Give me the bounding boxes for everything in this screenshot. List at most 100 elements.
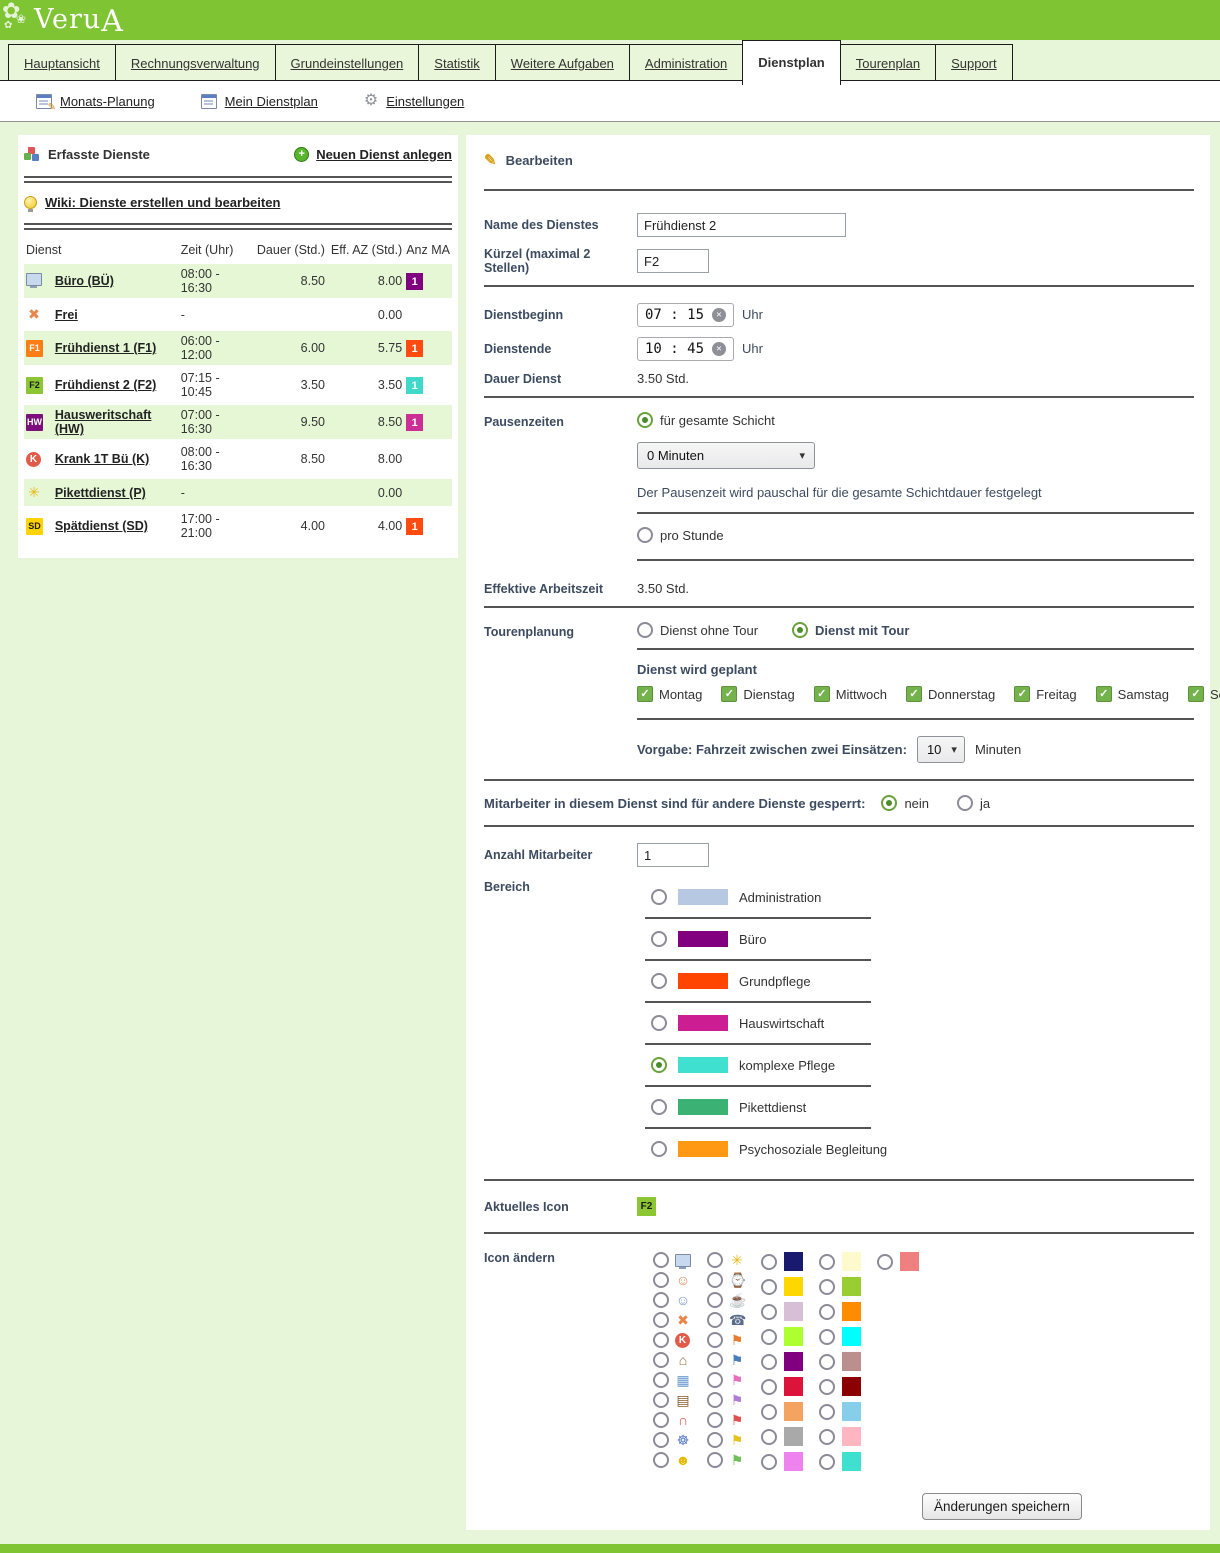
color-option-87ceeb[interactable] [819, 1402, 861, 1421]
color-option-dc143c[interactable] [761, 1377, 803, 1396]
radio-dienst-ohne-tour[interactable]: Dienst ohne Tour [637, 622, 758, 638]
tab-administration[interactable]: Administration [629, 44, 743, 80]
color-option-00ffff[interactable] [819, 1327, 861, 1346]
icon-option-flag-red[interactable]: ⚑ [707, 1412, 745, 1428]
bereich-option-hauswirtschaft[interactable]: Hauswirtschaft [651, 1012, 1194, 1034]
service-link-frei[interactable]: Frei [55, 308, 78, 322]
icon-option-flag-blue[interactable]: ⚑ [707, 1352, 745, 1368]
radio-gesperrt-ja[interactable]: ja [957, 795, 990, 811]
bereich-option-psychosoziale-begleitung[interactable]: Psychosoziale Begleitung [651, 1138, 1194, 1160]
color-option-f4a460[interactable] [761, 1402, 803, 1421]
tab-dienstplan[interactable]: Dienstplan [742, 40, 840, 85]
icon-option-alarm-clock[interactable]: ⌚ [707, 1272, 745, 1288]
tab-statistik[interactable]: Statistik [418, 44, 496, 80]
icon-option-coffee-cup[interactable]: ☕ [707, 1292, 745, 1308]
icon-option-flag-orange[interactable]: ⚑ [707, 1332, 745, 1348]
icon-option-mobile-phone[interactable]: ☎ [707, 1312, 745, 1328]
icon-option-flag-green[interactable]: ⚑ [707, 1452, 745, 1468]
icon-option-rainbow[interactable]: ∩ [653, 1412, 691, 1428]
icon-option-flag-yellow[interactable]: ⚑ [707, 1432, 745, 1448]
day-checkbox-dienstag[interactable]: ✓Dienstag [721, 686, 794, 702]
icon-option-person-blue[interactable]: ☺ [653, 1292, 691, 1308]
subnav-item-mein-dienstplan[interactable]: Mein Dienstplan [201, 94, 318, 109]
icon-option-asterisk[interactable]: ✳ [707, 1252, 745, 1268]
dienstende-input[interactable]: 10 : 45 ✕ [637, 337, 734, 361]
service-dauer: 8.50 [255, 264, 327, 298]
bereich-option-komplexe-pflege[interactable]: komplexe Pflege [651, 1054, 1194, 1076]
icon-option-smiley[interactable]: ☻ [653, 1452, 691, 1468]
anzahl-mitarbeiter-input[interactable] [637, 843, 709, 867]
bereich-option-b-ro[interactable]: Büro [651, 928, 1194, 950]
color-option-40e0d0[interactable] [819, 1452, 861, 1471]
icon-option-car[interactable]: ☸ [653, 1432, 691, 1448]
day-checkbox-samstag[interactable]: ✓Samstag [1096, 686, 1169, 702]
radio-unselected-icon [819, 1454, 835, 1470]
day-checkbox-freitag[interactable]: ✓Freitag [1014, 686, 1076, 702]
icon-option-krank-k[interactable]: K [653, 1332, 691, 1348]
subnav-item-einstellungen[interactable]: ⚙ Einstellungen [364, 94, 464, 109]
save-button[interactable]: Änderungen speichern [922, 1493, 1082, 1520]
new-service-link[interactable]: + Neuen Dienst anlegen [294, 147, 452, 162]
color-option-f08080[interactable] [877, 1252, 919, 1271]
service-link-pikettdienst-p[interactable]: Pikettdienst (P) [55, 486, 146, 500]
radio-fuer-gesamte-schicht[interactable]: für gesamte Schicht [637, 412, 775, 428]
color-option-800080[interactable] [761, 1352, 803, 1371]
lightbulb-icon [24, 196, 37, 209]
pausen-minuten-select[interactable]: 0 Minuten▾ [637, 442, 815, 469]
subnav-label: Einstellungen [386, 94, 464, 109]
bereich-option-administration[interactable]: Administration [651, 886, 1194, 908]
color-option-ffd700[interactable] [761, 1277, 803, 1296]
x-mark-icon: ✖ [675, 1313, 691, 1327]
color-option-191970[interactable] [761, 1252, 803, 1271]
icon-option-computer[interactable] [653, 1252, 691, 1268]
bereich-option-grundpflege[interactable]: Grundpflege [651, 970, 1194, 992]
color-option-d8bfd8[interactable] [761, 1302, 803, 1321]
tab-rechnungsverwaltung[interactable]: Rechnungsverwaltung [115, 44, 276, 80]
tab-grundeinstellungen[interactable]: Grundeinstellungen [275, 44, 420, 80]
day-checkbox-donnerstag[interactable]: ✓Donnerstag [906, 686, 995, 702]
tab-weitere-aufgaben[interactable]: Weitere Aufgaben [495, 44, 630, 80]
clear-time-icon[interactable]: ✕ [712, 308, 726, 322]
color-option-ff8c00[interactable] [819, 1302, 861, 1321]
tab-bar: HauptansichtRechnungsverwaltungGrundeins… [0, 40, 1220, 81]
wiki-link[interactable]: Wiki: Dienste erstellen und bearbeiten [24, 185, 452, 221]
color-option-8b0000[interactable] [819, 1377, 861, 1396]
color-option-9acd32[interactable] [819, 1277, 861, 1296]
service-link-krank-1t-b-k[interactable]: Krank 1T Bü (K) [55, 452, 149, 466]
color-option-adff2f[interactable] [761, 1327, 803, 1346]
tab-tourenplan[interactable]: Tourenplan [840, 44, 936, 80]
service-link-fr-hdienst-1-f1[interactable]: Frühdienst 1 (F1) [55, 341, 156, 355]
service-link-fr-hdienst-2-f2[interactable]: Frühdienst 2 (F2) [55, 378, 156, 392]
icon-option-flag-pink[interactable]: ⚑ [707, 1372, 745, 1388]
tab-support[interactable]: Support [935, 44, 1013, 80]
service-link-b-ro-b[interactable]: Büro (BÜ) [55, 274, 114, 288]
radio-dienst-mit-tour[interactable]: Dienst mit Tour [792, 622, 909, 638]
service-dauer: 3.50 [255, 368, 327, 402]
icon-option-house[interactable]: ⌂ [653, 1352, 691, 1368]
icon-option-picture[interactable]: ▦ [653, 1372, 691, 1388]
name-input[interactable] [637, 213, 846, 237]
color-option-fffacd[interactable] [819, 1252, 861, 1271]
clear-time-icon[interactable]: ✕ [712, 342, 726, 356]
service-link-sp-tdienst-sd[interactable]: Spätdienst (SD) [55, 519, 148, 533]
day-checkbox-montag[interactable]: ✓Montag [637, 686, 702, 702]
color-option-a9a9a9[interactable] [761, 1427, 803, 1446]
color-option-bc8f8f[interactable] [819, 1352, 861, 1371]
radio-unselected-icon [707, 1412, 723, 1428]
icon-option-x-mark[interactable]: ✖ [653, 1312, 691, 1328]
service-link-hausweritschaft-hw[interactable]: Hausweritschaft (HW) [55, 408, 152, 436]
tab-hauptansicht[interactable]: Hauptansicht [8, 44, 116, 80]
color-option-ffb6c1[interactable] [819, 1427, 861, 1446]
radio-gesperrt-nein[interactable]: nein [881, 795, 929, 811]
day-checkbox-sonntag[interactable]: ✓Sonntag [1188, 686, 1220, 702]
fahrzeit-select[interactable]: 10▾ [917, 736, 965, 763]
dienstbeginn-input[interactable]: 07 : 15 ✕ [637, 303, 734, 327]
radio-pro-stunde[interactable]: pro Stunde [637, 527, 724, 543]
icon-option-person-orange[interactable]: ☺ [653, 1272, 691, 1288]
color-option-ee82ee[interactable] [761, 1452, 803, 1471]
bereich-option-pikettdienst[interactable]: Pikettdienst [651, 1096, 1194, 1118]
day-checkbox-mittwoch[interactable]: ✓Mittwoch [814, 686, 887, 702]
divider [637, 512, 1194, 514]
kuerzel-input[interactable] [637, 249, 709, 273]
subnav-item-monats-planung[interactable]: ✎ Monats-Planung [36, 94, 155, 109]
